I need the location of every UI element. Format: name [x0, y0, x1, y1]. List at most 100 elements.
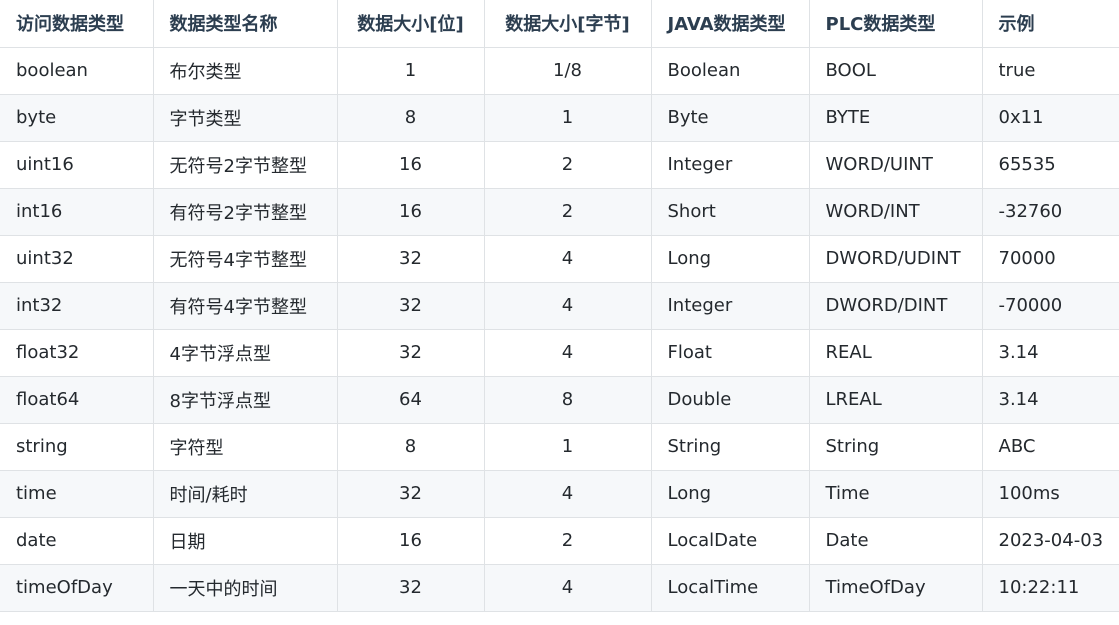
cell-type-name: 时间/耗时: [152, 469, 338, 518]
table-row: uint16 无符号2字节整型 16 2 Integer WORD/UINT 65535: [0, 140, 1119, 189]
header-row: 访问数据类型 数据类型名称 数据大小[位] 数据大小[字节] JAVA数据类型 …: [0, 0, 1119, 48]
header-size-bytes: 数据大小[字节]: [483, 0, 652, 48]
cell-type-name: 一天中的时间: [152, 563, 338, 612]
table-row: float32 4字节浮点型 32 4 Float REAL 3.14: [0, 328, 1119, 377]
cell-example: -32760: [981, 187, 1119, 236]
cell-access-type: timeOfDay: [0, 563, 154, 612]
header-access-type: 访问数据类型: [0, 0, 154, 48]
cell-type-name: 8字节浮点型: [152, 375, 338, 424]
cell-size-bits: 8: [336, 93, 485, 142]
cell-java-type: Integer: [650, 140, 810, 189]
cell-size-bits: 1: [336, 46, 485, 95]
cell-access-type: byte: [0, 93, 154, 142]
cell-example: 3.14: [981, 375, 1119, 424]
cell-java-type: Boolean: [650, 46, 810, 95]
cell-access-type: date: [0, 516, 154, 565]
table-row: int16 有符号2字节整型 16 2 Short WORD/INT -32760: [0, 187, 1119, 236]
cell-size-bits: 32: [336, 281, 485, 330]
cell-example: 100ms: [981, 469, 1119, 518]
cell-size-bits: 64: [336, 375, 485, 424]
cell-size-bits: 32: [336, 563, 485, 612]
cell-plc-type: String: [808, 422, 983, 471]
cell-plc-type: Date: [808, 516, 983, 565]
cell-plc-type: DWORD/UDINT: [808, 234, 983, 283]
cell-size-bits: 16: [336, 516, 485, 565]
cell-java-type: Byte: [650, 93, 810, 142]
cell-type-name: 日期: [152, 516, 338, 565]
cell-java-type: Short: [650, 187, 810, 236]
cell-example: 65535: [981, 140, 1119, 189]
cell-java-type: Double: [650, 375, 810, 424]
cell-size-bytes: 8: [483, 375, 652, 424]
cell-size-bits: 32: [336, 469, 485, 518]
cell-example: 3.14: [981, 328, 1119, 377]
table-row: timeOfDay 一天中的时间 32 4 LocalTime TimeOfDay 10:2…: [0, 563, 1119, 612]
cell-size-bits: 16: [336, 140, 485, 189]
header-plc-type: PLC数据类型: [808, 0, 983, 48]
table-row: float64 8字节浮点型 64 8 Double LREAL 3.14: [0, 375, 1119, 424]
cell-access-type: int16: [0, 187, 154, 236]
table-row: date 日期 16 2 LocalDate Date 2023-04-03: [0, 516, 1119, 565]
cell-size-bytes: 4: [483, 563, 652, 612]
cell-plc-type: REAL: [808, 328, 983, 377]
cell-size-bytes: 1: [483, 93, 652, 142]
cell-plc-type: WORD/INT: [808, 187, 983, 236]
cell-size-bytes: 4: [483, 328, 652, 377]
cell-access-type: float64: [0, 375, 154, 424]
cell-example: 70000: [981, 234, 1119, 283]
table-row: uint32 无符号4字节整型 32 4 Long DWORD/UDINT 70000: [0, 234, 1119, 283]
cell-access-type: float32: [0, 328, 154, 377]
cell-java-type: String: [650, 422, 810, 471]
cell-type-name: 4字节浮点型: [152, 328, 338, 377]
cell-size-bytes: 2: [483, 140, 652, 189]
table-body: boolean 布尔类型 1 1/8 Boolean BOOL true byte 字节类型 8 1…: [0, 46, 1119, 612]
cell-size-bytes: 1: [483, 422, 652, 471]
header-type-name: 数据类型名称: [152, 0, 338, 48]
cell-java-type: Integer: [650, 281, 810, 330]
table-row: int32 有符号4字节整型 32 4 Integer DWORD/DINT -70000: [0, 281, 1119, 330]
cell-type-name: 有符号4字节整型: [152, 281, 338, 330]
cell-size-bits: 32: [336, 328, 485, 377]
cell-size-bits: 8: [336, 422, 485, 471]
table-header: 访问数据类型 数据类型名称 数据大小[位] 数据大小[字节] JAVA数据类型 …: [0, 0, 1119, 48]
cell-example: 0x11: [981, 93, 1119, 142]
header-example: 示例: [981, 0, 1119, 48]
cell-example: ABC: [981, 422, 1119, 471]
table-row: boolean 布尔类型 1 1/8 Boolean BOOL true: [0, 46, 1119, 95]
cell-plc-type: DWORD/DINT: [808, 281, 983, 330]
cell-type-name: 无符号4字节整型: [152, 234, 338, 283]
cell-size-bytes: 1/8: [483, 46, 652, 95]
cell-plc-type: BYTE: [808, 93, 983, 142]
cell-size-bits: 16: [336, 187, 485, 236]
cell-access-type: time: [0, 469, 154, 518]
cell-size-bytes: 4: [483, 281, 652, 330]
cell-size-bytes: 2: [483, 187, 652, 236]
table-row: time 时间/耗时 32 4 Long Time 100ms: [0, 469, 1119, 518]
cell-example: 10:22:11: [981, 563, 1119, 612]
cell-java-type: LocalDate: [650, 516, 810, 565]
cell-size-bytes: 4: [483, 234, 652, 283]
cell-plc-type: Time: [808, 469, 983, 518]
cell-example: 2023-04-03: [981, 516, 1119, 565]
cell-java-type: LocalTime: [650, 563, 810, 612]
cell-size-bytes: 4: [483, 469, 652, 518]
cell-access-type: boolean: [0, 46, 154, 95]
table-row: string 字符型 8 1 String String ABC: [0, 422, 1119, 471]
cell-access-type: uint32: [0, 234, 154, 283]
cell-example: -70000: [981, 281, 1119, 330]
cell-plc-type: BOOL: [808, 46, 983, 95]
cell-type-name: 布尔类型: [152, 46, 338, 95]
cell-java-type: Float: [650, 328, 810, 377]
cell-java-type: Long: [650, 469, 810, 518]
header-java-type: JAVA数据类型: [650, 0, 810, 48]
table-row: byte 字节类型 8 1 Byte BYTE 0x11: [0, 93, 1119, 142]
cell-type-name: 字符型: [152, 422, 338, 471]
cell-type-name: 字节类型: [152, 93, 338, 142]
cell-plc-type: TimeOfDay: [808, 563, 983, 612]
cell-access-type: string: [0, 422, 154, 471]
cell-access-type: uint16: [0, 140, 154, 189]
cell-type-name: 有符号2字节整型: [152, 187, 338, 236]
cell-example: true: [981, 46, 1119, 95]
data-type-table: 访问数据类型 数据类型名称 数据大小[位] 数据大小[字节] JAVA数据类型 …: [0, 0, 1119, 612]
cell-size-bytes: 2: [483, 516, 652, 565]
